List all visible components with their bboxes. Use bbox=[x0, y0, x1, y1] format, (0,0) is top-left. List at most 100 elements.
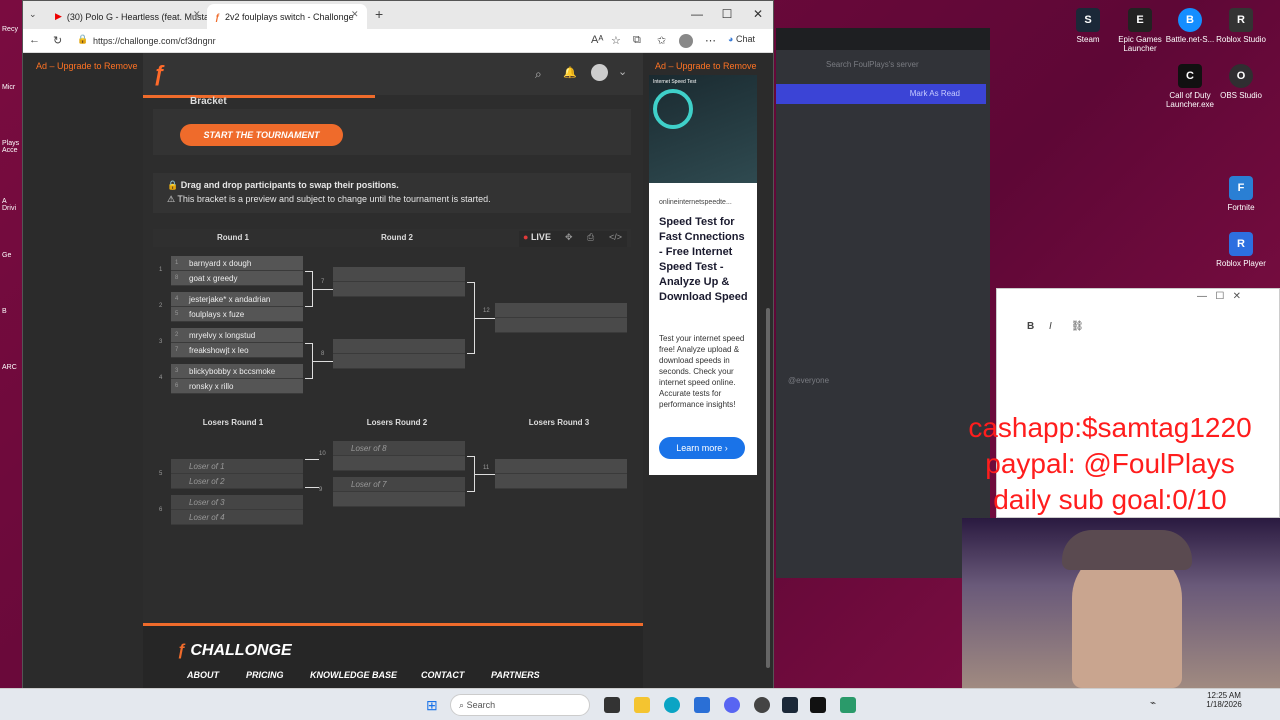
ad-image[interactable]: Internet Speed Test bbox=[649, 75, 757, 183]
cod-taskbar-icon[interactable] bbox=[810, 697, 826, 713]
tab-list-chevron-icon[interactable]: ⌄ bbox=[29, 9, 37, 20]
desktop-icon-fortnite[interactable]: F Fortnite bbox=[1209, 176, 1273, 212]
upgrade-ad-link-left[interactable]: Ad – Upgrade to Remove bbox=[36, 61, 138, 71]
participant-slot[interactable]: 1 barnyard x dough bbox=[171, 256, 303, 271]
participant-slot[interactable]: Loser of 2 bbox=[171, 474, 303, 489]
italic-icon[interactable]: I bbox=[1049, 321, 1052, 332]
desktop-icon-left-2[interactable]: Micr bbox=[2, 84, 22, 91]
participant-slot[interactable] bbox=[495, 474, 627, 489]
mark-as-read-bar[interactable]: Mark As Read bbox=[776, 84, 986, 104]
notepad-icon[interactable] bbox=[840, 697, 856, 713]
desktop-icon-left-4[interactable]: A Drivi bbox=[2, 198, 22, 212]
footer-link-about[interactable]: ABOUT bbox=[187, 670, 219, 680]
tab-close-icon[interactable]: ✕ bbox=[193, 9, 201, 20]
steam-taskbar-icon[interactable] bbox=[782, 697, 798, 713]
discord-icon[interactable] bbox=[724, 697, 740, 713]
copilot-chat-button[interactable]: ◕ Chat bbox=[728, 34, 755, 44]
match-number: 8 bbox=[321, 351, 325, 357]
store-icon[interactable] bbox=[694, 697, 710, 713]
back-arrow-icon[interactable]: ← bbox=[29, 34, 40, 46]
obs-taskbar-icon[interactable] bbox=[754, 697, 770, 713]
participant-slot[interactable] bbox=[333, 267, 465, 282]
desktop-icon-roblox-studio[interactable]: R Roblox Studio bbox=[1209, 8, 1273, 44]
user-avatar[interactable] bbox=[591, 64, 608, 81]
refresh-icon[interactable]: ↻ bbox=[53, 34, 62, 47]
notification-bell-icon[interactable]: 🔔 bbox=[563, 66, 577, 79]
move-icon[interactable]: ✥ bbox=[565, 232, 573, 243]
compose-window-controls[interactable]: — ☐ ✕ bbox=[1197, 291, 1241, 302]
bracket-connector bbox=[313, 289, 333, 290]
ad-learn-more-button[interactable]: Learn more › bbox=[659, 437, 745, 459]
maximize-icon[interactable]: ☐ bbox=[717, 7, 737, 21]
desktop-icon-left-6[interactable]: B bbox=[2, 308, 22, 315]
desktop-icon-left-5[interactable]: Ge bbox=[2, 252, 22, 259]
favorites-icon[interactable]: ✩ bbox=[657, 34, 666, 47]
upgrade-ad-link-right[interactable]: Ad – Upgrade to Remove bbox=[655, 61, 757, 71]
search-icon[interactable]: ⌕ bbox=[535, 67, 542, 82]
participant-slot[interactable]: 3 blickybobby x bccsmoke bbox=[171, 364, 303, 379]
footer-link-pricing[interactable]: PRICING bbox=[246, 670, 284, 680]
scrollbar-thumb[interactable] bbox=[766, 308, 770, 668]
url-input[interactable]: https://challonge.com/cf3dngnr bbox=[87, 33, 607, 49]
participant-slot[interactable] bbox=[333, 492, 465, 507]
start-tournament-button[interactable]: START THE TOURNAMENT bbox=[180, 124, 343, 146]
bold-icon[interactable]: B bbox=[1027, 321, 1034, 332]
participant-slot[interactable]: Loser of 8 bbox=[333, 441, 465, 456]
participant-slot[interactable] bbox=[333, 354, 465, 369]
participant-slot[interactable]: 2 mryelvy x longstud bbox=[171, 328, 303, 343]
link-icon[interactable]: ⛓ bbox=[1071, 321, 1084, 332]
edge-icon[interactable] bbox=[664, 697, 680, 713]
participant-slot[interactable] bbox=[333, 339, 465, 354]
new-tab-plus-icon[interactable]: + bbox=[375, 6, 383, 22]
print-icon[interactable]: ⎙ bbox=[587, 232, 594, 243]
participant-slot[interactable] bbox=[333, 282, 465, 297]
ad-title[interactable]: Speed Test for Fast Cnnections - Free In… bbox=[659, 215, 751, 305]
account-chevron-down-icon[interactable]: ⌄ bbox=[618, 65, 627, 78]
taskbar-search[interactable]: ⌕ Search bbox=[450, 694, 590, 716]
participant-slot[interactable]: Loser of 4 bbox=[171, 510, 303, 525]
extensions-icon[interactable]: ⧉ bbox=[633, 34, 641, 47]
participant-slot[interactable] bbox=[495, 318, 627, 333]
participant-slot[interactable]: Loser of 1 bbox=[171, 459, 303, 474]
challonge-logo-icon[interactable]: ƒ bbox=[153, 61, 165, 87]
read-aloud-icon[interactable]: Aᴬ bbox=[591, 34, 603, 46]
more-menu-icon[interactable]: ⋯ bbox=[705, 34, 716, 47]
participant-slot[interactable]: 4 jesterjake* x andadrian bbox=[171, 292, 303, 307]
participant-slot[interactable] bbox=[495, 459, 627, 474]
participant-slot[interactable]: 7 freakshowjt x leo bbox=[171, 343, 303, 358]
match-number: 11 bbox=[483, 465, 490, 471]
discord-search[interactable]: Search FoulPlays's server bbox=[826, 60, 984, 74]
participant-slot[interactable] bbox=[333, 456, 465, 471]
footer-link-knowledge-base[interactable]: KNOWLEDGE BASE bbox=[310, 670, 397, 680]
chevron-right-icon: › bbox=[724, 443, 728, 453]
task-view-icon[interactable] bbox=[604, 697, 620, 713]
page-scrollbar[interactable] bbox=[763, 53, 773, 689]
desktop-icon-roblox-player[interactable]: R Roblox Player bbox=[1209, 232, 1273, 268]
desktop-icon-obs[interactable]: O OBS Studio bbox=[1209, 64, 1273, 100]
live-badge[interactable]: ● LIVE bbox=[523, 232, 551, 242]
participant-slot[interactable]: 6 ronsky x rillo bbox=[171, 379, 303, 394]
profile-avatar[interactable] bbox=[679, 34, 693, 48]
desktop-icon-left-3[interactable]: Plays Acce bbox=[2, 140, 22, 154]
file-explorer-icon[interactable] bbox=[634, 697, 650, 713]
system-clock[interactable]: 12:25 AM 1/18/2026 bbox=[1199, 691, 1249, 709]
desktop-icon-left-1[interactable]: Recy bbox=[2, 26, 22, 33]
tab-youtube[interactable]: ▶ (30) Polo G - Heartless (feat. Musta..… bbox=[47, 4, 207, 29]
participant-slot[interactable]: 8 goat x greedy bbox=[171, 271, 303, 286]
participant-slot[interactable] bbox=[495, 303, 627, 318]
participant-slot[interactable]: Loser of 7 bbox=[333, 477, 465, 492]
windows-start-icon[interactable]: ⊞ bbox=[426, 697, 438, 714]
tab-challonge[interactable]: ƒ 2v2 foulplays switch - Challonge bbox=[207, 4, 367, 29]
footer-link-partners[interactable]: PARTNERS bbox=[491, 670, 540, 680]
footer-link-contact[interactable]: CONTACT bbox=[421, 670, 464, 680]
close-icon[interactable]: ✕ bbox=[748, 7, 768, 21]
tab-close-icon[interactable]: ✕ bbox=[351, 9, 359, 20]
participant-slot[interactable]: Loser of 3 bbox=[171, 495, 303, 510]
footer-brand[interactable]: ƒ CHALLONGE bbox=[177, 642, 292, 660]
desktop-icon-left-7[interactable]: ARC bbox=[2, 364, 22, 371]
network-icon[interactable]: ⌁ bbox=[1150, 698, 1156, 709]
favorite-star-icon[interactable]: ☆ bbox=[611, 34, 621, 47]
minimize-icon[interactable]: — bbox=[687, 7, 707, 21]
participant-slot[interactable]: 5 foulplays x fuze bbox=[171, 307, 303, 322]
embed-code-icon[interactable]: </> bbox=[609, 232, 622, 242]
